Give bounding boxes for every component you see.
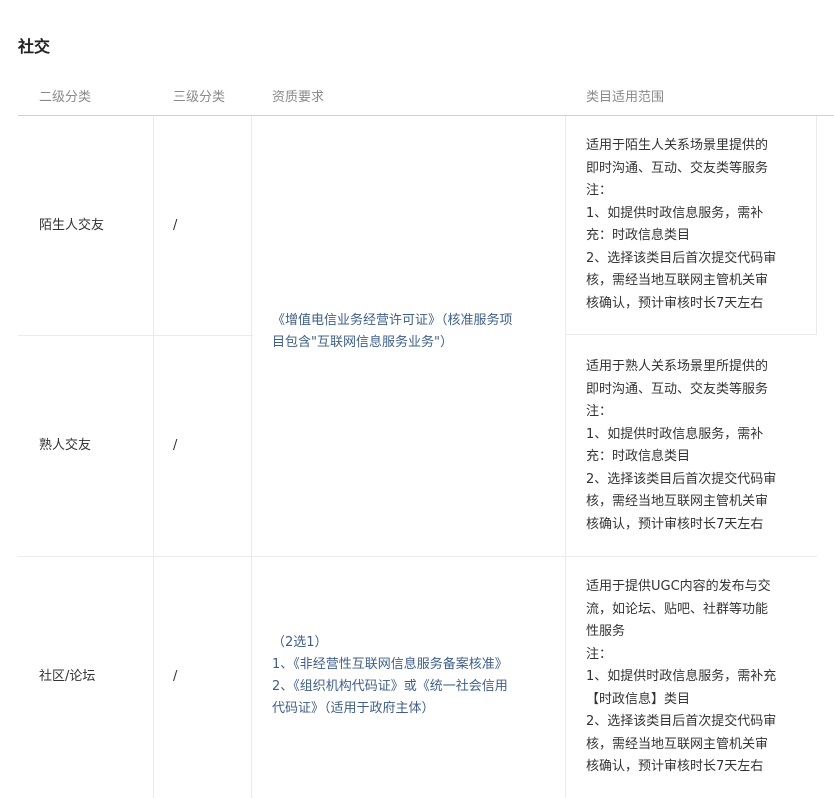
column-header-level3: 三级分类 <box>173 90 226 105</box>
scope-line: 核，需经当地互联网主管机关审 <box>586 494 769 509</box>
row-divider <box>565 334 817 335</box>
qualification-line: （2选1） <box>272 635 328 650</box>
scope-line: 1、如提供时政信息服务，需补充 <box>586 669 777 684</box>
column-divider <box>251 116 252 798</box>
scope-line: 【时政信息】类目 <box>586 691 691 707</box>
column-divider <box>816 116 817 334</box>
row-divider <box>18 335 253 336</box>
scope-line: 核确认，预计审核时长7天左右 <box>586 295 764 311</box>
cell-qualification-community: （2选1） 1、《非经营性互联网信息服务备案核准》 2、《组织机构代码证》或《统… <box>272 632 557 720</box>
scope-line: 2、选择该类目后首次提交代码审 <box>586 250 777 266</box>
cell-qualification-shared: 《增值电信业务经营许可证》（核准服务项 目包含"互联网信息服务业务"） <box>272 310 557 354</box>
scope-line: 核确认，预计审核时长7天左右 <box>586 759 764 774</box>
cell-level3: / <box>173 218 178 233</box>
header-divider <box>18 115 834 116</box>
qualification-line: 《增值电信业务经营许可证》（核准服务项 <box>272 313 513 328</box>
scope-line: 1、如提供时政信息服务，需补 <box>586 205 764 221</box>
scope-line: 2、选择该类目后首次提交代码审 <box>586 714 777 729</box>
cell-scope: 适用于提供UGC内容的发布与交 流，如论坛、贴吧、社群等功能 性服务 注： 1、… <box>586 576 800 779</box>
cell-level3: / <box>173 669 178 684</box>
scope-line: 适用于陌生人关系场景里提供的 <box>586 138 769 153</box>
scope-line: 即时沟通、互动、交友类等服务 <box>586 160 769 176</box>
cell-level2: 社区/论坛 <box>39 669 96 684</box>
qualification-line: 2、《组织机构代码证》或《统一社会信用 <box>272 679 508 694</box>
section-title: 社交 <box>18 37 51 56</box>
scope-line: 注： <box>586 404 613 419</box>
cell-scope: 适用于陌生人关系场景里提供的 即时沟通、互动、交友类等服务 注： 1、如提供时政… <box>586 135 800 315</box>
scope-line: 注： <box>586 646 613 662</box>
scope-line: 性服务 <box>586 624 626 639</box>
column-divider <box>153 116 154 798</box>
scope-line: 核，需经当地互联网主管机关审 <box>586 273 769 288</box>
scope-line: 适用于熟人关系场景里所提供的 <box>586 359 769 374</box>
scope-line: 注： <box>586 183 613 198</box>
cell-level2: 陌生人交友 <box>39 218 105 233</box>
cell-level3: / <box>173 438 178 453</box>
scope-line: 核，需经当地互联网主管机关审 <box>586 736 769 752</box>
column-header-level2: 二级分类 <box>39 90 92 105</box>
cell-level2: 熟人交友 <box>39 438 92 453</box>
scope-line: 适用于提供UGC内容的发布与交 <box>586 579 771 594</box>
scope-line: 1、如提供时政信息服务，需补 <box>586 426 764 442</box>
scope-line: 核确认，预计审核时长7天左右 <box>586 516 764 532</box>
scope-line: 2、选择该类目后首次提交代码审 <box>586 471 777 487</box>
scope-line: 即时沟通、互动、交友类等服务 <box>586 381 769 397</box>
qualification-line: 1、《非经营性互联网信息服务备案核准》 <box>272 657 508 672</box>
row-divider <box>18 556 817 557</box>
cell-scope: 适用于熟人关系场景里所提供的 即时沟通、互动、交友类等服务 注： 1、如提供时政… <box>586 356 800 536</box>
scope-line: 充：时政信息类目 <box>586 449 691 464</box>
qualification-line: 代码证》（适用于政府主体） <box>272 701 435 716</box>
scope-line: 流，如论坛、贴吧、社群等功能 <box>586 601 769 617</box>
scope-line: 充：时政信息类目 <box>586 228 691 243</box>
column-header-qualification: 资质要求 <box>272 90 325 105</box>
column-header-scope: 类目适用范围 <box>586 90 665 105</box>
qualification-line: 目包含"互联网信息服务业务"） <box>272 335 453 350</box>
column-divider <box>565 116 566 798</box>
